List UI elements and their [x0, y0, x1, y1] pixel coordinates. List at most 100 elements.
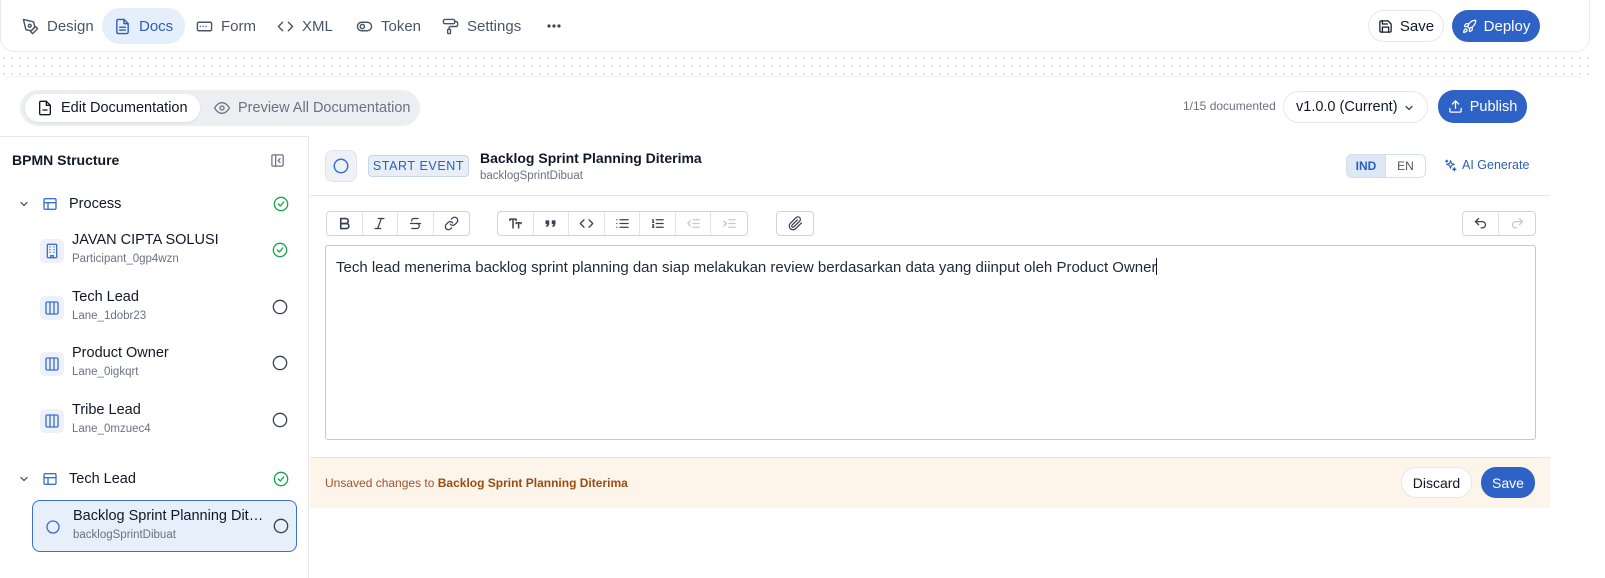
tab-settings[interactable]: Settings — [430, 8, 533, 44]
tree-item-id: Lane_1dobr23 — [72, 310, 147, 322]
editor-content[interactable]: Tech lead menerima backlog sprint planni… — [336, 258, 1158, 276]
document-icon — [114, 18, 131, 35]
save-label: Save — [1399, 17, 1435, 35]
redo-button[interactable] — [1499, 212, 1535, 235]
ordered-list-button[interactable] — [640, 212, 676, 235]
chevron-down-icon[interactable] — [18, 473, 30, 485]
tree-item-javan-cipta-solusi[interactable]: JAVAN CIPTA SOLUSI Participant_0gp4wzn — [32, 225, 297, 277]
tree-group-tech-lead[interactable]: Tech Lead — [0, 462, 309, 496]
ai-generate-button[interactable]: AI Generate — [1444, 158, 1529, 172]
bold-button[interactable] — [327, 212, 363, 235]
tree-group-label: Process — [69, 196, 122, 212]
tree-item-id: Lane_0igkqrt — [72, 366, 139, 378]
blockquote-button[interactable] — [534, 212, 570, 235]
link-icon — [444, 216, 459, 231]
deploy-button[interactable]: Deploy — [1452, 10, 1540, 42]
code-button[interactable] — [569, 212, 605, 235]
process-icon — [42, 471, 58, 487]
app-root: Design Docs Form XML Token Settings Save… — [0, 0, 1605, 578]
unsaved-prefix: Unsaved changes to — [325, 476, 438, 490]
italic-button[interactable] — [363, 212, 398, 235]
tab-label: Token — [381, 17, 422, 35]
tab-design[interactable]: Design — [10, 8, 106, 44]
preview-documentation-button[interactable]: Preview All Documentation — [202, 94, 422, 122]
tree-group-label: Tech Lead — [69, 471, 136, 487]
strikethrough-button[interactable] — [398, 212, 434, 235]
text-size-button[interactable] — [498, 212, 534, 235]
attach-file-button[interactable] — [777, 212, 813, 235]
tree-item-product-owner[interactable]: Product Owner Lane_0igkqrt — [32, 338, 297, 390]
check-circle-icon — [272, 242, 288, 258]
empty-circle-icon — [272, 412, 288, 428]
bullet-list-icon — [615, 216, 630, 231]
eye-icon — [214, 100, 230, 116]
process-icon — [42, 196, 58, 212]
tree-item-id: Participant_0gp4wzn — [72, 253, 179, 265]
edit-documentation-button[interactable]: Edit Documentation — [25, 94, 200, 122]
tree-item-name: Tech Lead — [72, 289, 139, 305]
ai-generate-label: AI Generate — [1462, 158, 1530, 172]
undo-icon — [1473, 216, 1488, 231]
more-menu-button[interactable] — [543, 14, 565, 38]
tree-group-process[interactable]: Process — [0, 187, 309, 221]
node-id: backlogSprintDibuat — [480, 170, 583, 182]
tab-docs[interactable]: Docs — [102, 8, 186, 44]
paperclip-icon — [788, 216, 803, 231]
tree-item-id: backlogSprintDibuat — [73, 529, 176, 541]
format-toolbar-group — [326, 211, 470, 236]
lang-en-button[interactable]: EN — [1386, 155, 1425, 177]
strikethrough-icon — [408, 216, 423, 231]
chevron-down-icon[interactable] — [18, 198, 30, 210]
tree-item-backlog-sprint-planning[interactable]: Backlog Sprint Planning Diteri... backlo… — [32, 500, 297, 552]
indent-button[interactable] — [711, 212, 747, 235]
discard-button[interactable]: Discard — [1401, 467, 1472, 498]
code-icon — [277, 18, 294, 35]
undo-button[interactable] — [1463, 212, 1499, 235]
tab-xml[interactable]: XML — [265, 8, 345, 44]
sparkle-icon — [1444, 159, 1457, 172]
panel-collapse-icon — [270, 153, 285, 168]
bullet-list-button[interactable] — [605, 212, 641, 235]
outdent-icon — [686, 216, 701, 231]
tree-item-tribe-lead[interactable]: Tribe Lead Lane_0mzuec4 — [32, 395, 297, 447]
rocket-icon — [1462, 19, 1477, 34]
tab-label: Settings — [467, 17, 522, 35]
collapse-sidebar-button[interactable] — [270, 153, 285, 168]
toggle-icon — [356, 18, 373, 35]
documented-count: 1/15 documented — [1183, 99, 1276, 113]
publish-button[interactable]: Publish — [1438, 90, 1527, 123]
upload-icon — [1448, 99, 1463, 114]
bold-icon — [337, 216, 352, 231]
tab-token[interactable]: Token — [344, 8, 433, 44]
file-edit-icon — [37, 100, 53, 116]
attachment-toolbar-group — [776, 211, 814, 236]
tree-item-name: Tribe Lead — [72, 402, 141, 418]
code-icon — [579, 216, 594, 231]
lang-ind-button[interactable]: IND — [1347, 155, 1387, 177]
empty-circle-icon — [272, 299, 288, 315]
edit-documentation-label: Edit Documentation — [61, 100, 188, 116]
outdent-button[interactable] — [676, 212, 712, 235]
tab-label: Docs — [139, 17, 174, 35]
ordered-list-icon — [650, 216, 665, 231]
circle-icon — [41, 515, 65, 539]
lane-icon — [40, 296, 64, 320]
publish-label: Publish — [1469, 98, 1518, 115]
building-icon — [40, 239, 64, 263]
tab-form[interactable]: Form — [184, 8, 268, 44]
tab-label: Form — [221, 17, 256, 35]
block-toolbar-group — [497, 211, 748, 236]
link-button[interactable] — [434, 212, 469, 235]
tree-item-tech-lead[interactable]: Tech Lead Lane_1dobr23 — [32, 282, 297, 334]
canvas-dot-grid — [0, 54, 1590, 78]
ellipsis-icon — [547, 24, 561, 28]
version-select[interactable]: v1.0.0 (Current) — [1283, 91, 1428, 123]
tree-item-name: JAVAN CIPTA SOLUSI — [72, 232, 219, 248]
quote-icon — [543, 216, 558, 231]
history-toolbar-group — [1462, 211, 1536, 236]
check-circle-icon — [273, 196, 289, 212]
tree-item-id: Lane_0mzuec4 — [72, 423, 151, 435]
save-changes-button[interactable]: Save — [1481, 467, 1535, 498]
save-button[interactable]: Save — [1368, 10, 1444, 42]
language-toggle: IND EN — [1346, 154, 1426, 178]
